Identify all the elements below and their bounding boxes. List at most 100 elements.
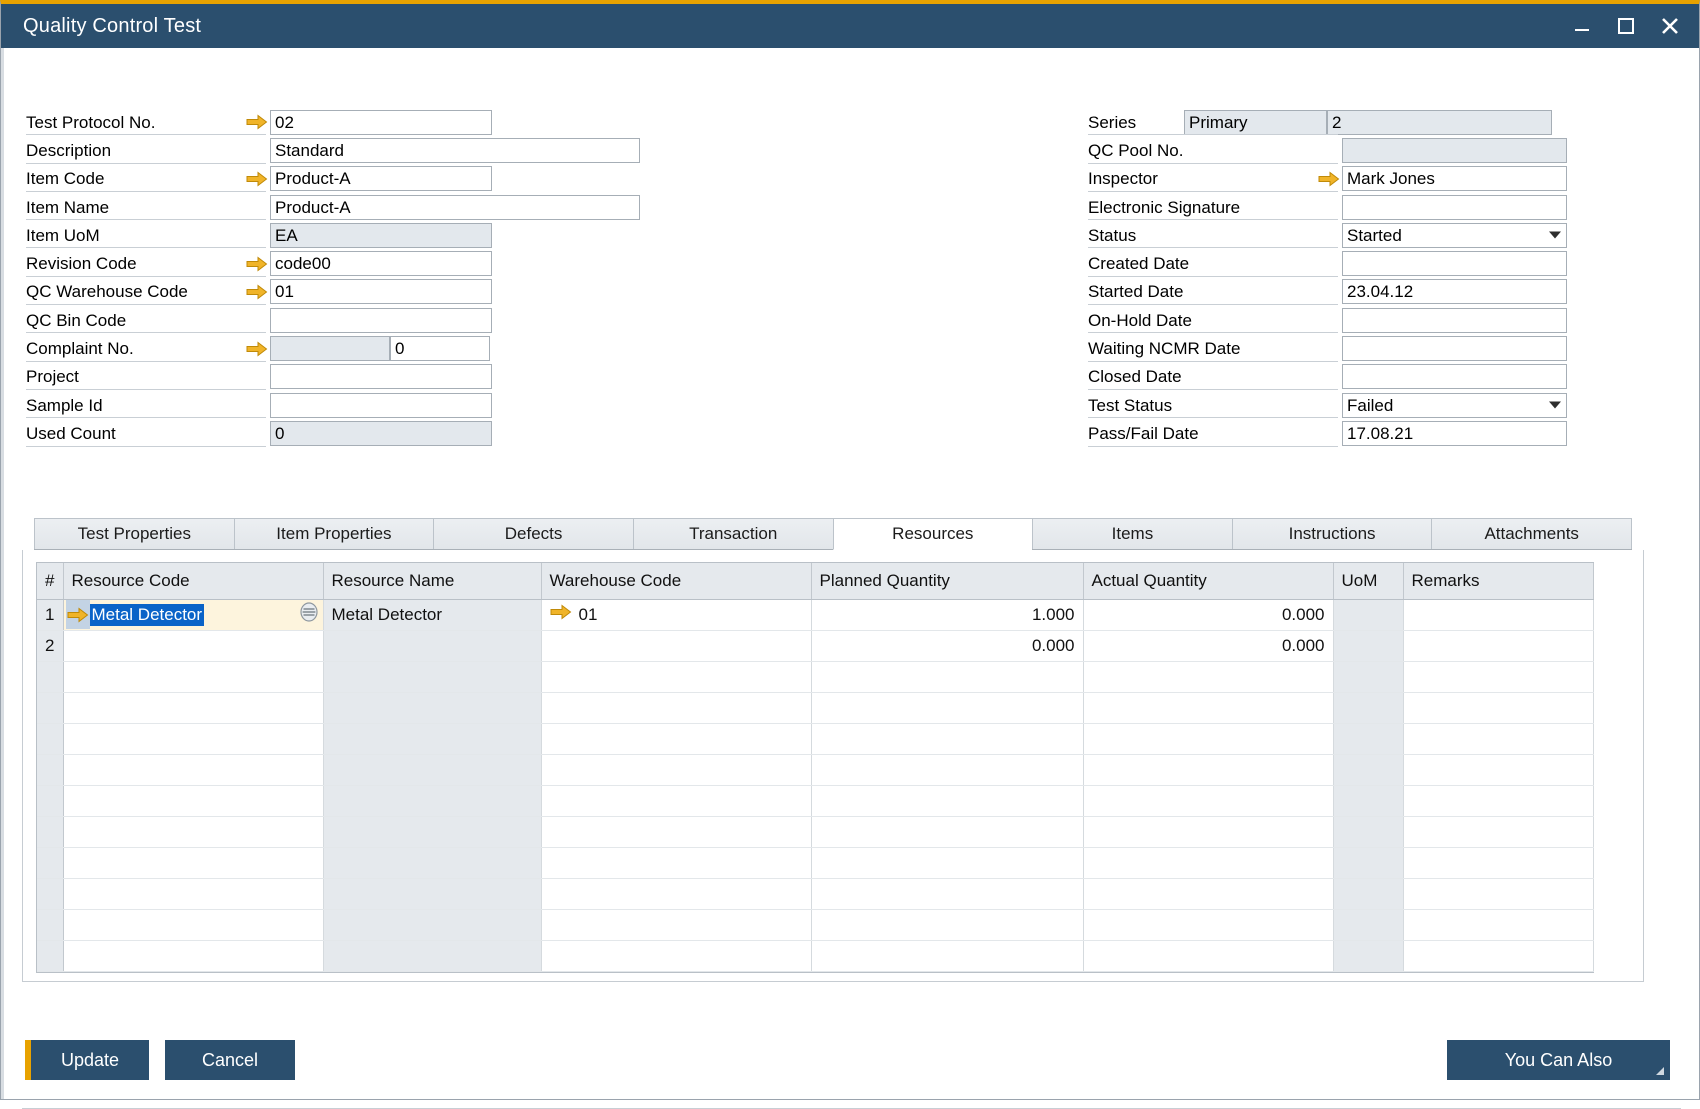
cell-planned-quantity[interactable] xyxy=(811,692,1083,723)
cell-resource-code[interactable] xyxy=(63,940,323,971)
cell-resource-code[interactable] xyxy=(63,816,323,847)
cell-resource-name[interactable] xyxy=(323,940,541,971)
tab-items[interactable]: Items xyxy=(1032,518,1232,549)
series-number-input[interactable]: 2 xyxy=(1327,110,1552,135)
complaint-no-input[interactable] xyxy=(270,336,390,361)
cell-resource-name[interactable] xyxy=(323,847,541,878)
link-arrow-icon[interactable] xyxy=(66,600,90,629)
chevron-down-icon[interactable] xyxy=(1549,232,1561,239)
cell-planned-quantity[interactable] xyxy=(811,723,1083,754)
grid-header-num[interactable]: # xyxy=(37,563,63,599)
cell-actual-quantity[interactable] xyxy=(1083,940,1333,971)
grid-header-planned[interactable]: Planned Quantity xyxy=(811,563,1083,599)
field-input[interactable]: Mark Jones xyxy=(1342,166,1567,191)
cell-planned-quantity[interactable] xyxy=(811,847,1083,878)
cell-remarks[interactable] xyxy=(1403,692,1593,723)
cell-resource-code[interactable] xyxy=(63,661,323,692)
field-input[interactable] xyxy=(1342,138,1567,163)
field-input[interactable] xyxy=(1342,336,1567,361)
cell-warehouse-code[interactable]: 01 xyxy=(541,599,811,630)
cell-actual-quantity[interactable] xyxy=(1083,692,1333,723)
grid-header-actual[interactable]: Actual Quantity xyxy=(1083,563,1333,599)
cell-remarks[interactable] xyxy=(1403,878,1593,909)
cell-warehouse-code[interactable] xyxy=(541,692,811,723)
cell-actual-quantity[interactable] xyxy=(1083,754,1333,785)
cell-actual-quantity[interactable] xyxy=(1083,847,1333,878)
field-input[interactable]: Started xyxy=(1342,223,1567,248)
cell-uom[interactable] xyxy=(1333,785,1403,816)
cell-planned-quantity[interactable]: 0.000 xyxy=(811,630,1083,661)
field-input[interactable] xyxy=(270,308,492,333)
cell-remarks[interactable] xyxy=(1403,816,1593,847)
table-row[interactable]: 20.0000.000 xyxy=(37,630,1593,661)
grid-header-remarks[interactable]: Remarks xyxy=(1403,563,1593,599)
cancel-button[interactable]: Cancel xyxy=(165,1040,295,1080)
cell-resource-name[interactable] xyxy=(323,909,541,940)
tab-defects[interactable]: Defects xyxy=(433,518,633,549)
cell-actual-quantity[interactable]: 0.000 xyxy=(1083,630,1333,661)
field-input[interactable]: code00 xyxy=(270,251,492,276)
link-arrow-icon[interactable] xyxy=(244,171,270,187)
choose-from-list-icon[interactable] xyxy=(299,602,319,627)
tab-instructions[interactable]: Instructions xyxy=(1232,518,1432,549)
cell-actual-quantity[interactable] xyxy=(1083,661,1333,692)
field-input[interactable]: Product-A xyxy=(270,195,640,220)
cell-warehouse-code[interactable] xyxy=(541,909,811,940)
table-row-empty[interactable] xyxy=(37,878,1593,909)
cell-actual-quantity[interactable] xyxy=(1083,816,1333,847)
resources-grid[interactable]: #Resource CodeResource NameWarehouse Cod… xyxy=(36,562,1594,973)
field-input[interactable]: Standard xyxy=(270,138,640,163)
cell-actual-quantity[interactable] xyxy=(1083,785,1333,816)
cell-resource-code[interactable] xyxy=(63,909,323,940)
table-row[interactable]: 1Metal DetectorMetal Detector011.0000.00… xyxy=(37,599,1593,630)
field-input[interactable]: 01 xyxy=(270,279,492,304)
field-input[interactable]: 17.08.21 xyxy=(1342,421,1567,446)
cell-remarks[interactable] xyxy=(1403,785,1593,816)
cell-resource-code[interactable] xyxy=(63,723,323,754)
cell-remarks[interactable] xyxy=(1403,630,1593,661)
cell-resource-name[interactable] xyxy=(323,723,541,754)
link-arrow-icon[interactable] xyxy=(244,284,270,300)
cell-planned-quantity[interactable] xyxy=(811,940,1083,971)
cell-uom[interactable] xyxy=(1333,878,1403,909)
complaint-count-input[interactable]: 0 xyxy=(390,336,490,361)
link-arrow-icon[interactable] xyxy=(550,604,572,625)
cell-actual-quantity[interactable]: 0.000 xyxy=(1083,599,1333,630)
cell-warehouse-code[interactable] xyxy=(541,723,811,754)
field-input[interactable] xyxy=(1342,364,1567,389)
cell-warehouse-code[interactable] xyxy=(541,661,811,692)
you-can-also-button[interactable]: You Can Also xyxy=(1447,1040,1670,1080)
link-arrow-icon[interactable] xyxy=(244,256,270,272)
cell-actual-quantity[interactable] xyxy=(1083,723,1333,754)
tab-resources[interactable]: Resources xyxy=(833,518,1033,550)
cell-uom[interactable] xyxy=(1333,692,1403,723)
grid-header-uom[interactable]: UoM xyxy=(1333,563,1403,599)
link-arrow-icon[interactable] xyxy=(244,114,270,130)
cell-uom[interactable] xyxy=(1333,940,1403,971)
cell-remarks[interactable] xyxy=(1403,754,1593,785)
table-row-empty[interactable] xyxy=(37,661,1593,692)
cell-uom[interactable] xyxy=(1333,847,1403,878)
series-name-input[interactable]: Primary xyxy=(1184,110,1327,135)
cell-planned-quantity[interactable] xyxy=(811,909,1083,940)
cell-warehouse-code[interactable] xyxy=(541,785,811,816)
tab-item-properties[interactable]: Item Properties xyxy=(234,518,434,549)
cell-remarks[interactable] xyxy=(1403,599,1593,630)
table-row-empty[interactable] xyxy=(37,785,1593,816)
cell-remarks[interactable] xyxy=(1403,847,1593,878)
cell-remarks[interactable] xyxy=(1403,909,1593,940)
cell-resource-code[interactable] xyxy=(63,847,323,878)
cell-warehouse-code[interactable] xyxy=(541,816,811,847)
grid-header-wh[interactable]: Warehouse Code xyxy=(541,563,811,599)
close-button[interactable] xyxy=(1659,15,1681,37)
field-input[interactable] xyxy=(1342,195,1567,220)
cell-uom[interactable] xyxy=(1333,661,1403,692)
table-row-empty[interactable] xyxy=(37,816,1593,847)
cell-warehouse-code[interactable] xyxy=(541,878,811,909)
table-row-empty[interactable] xyxy=(37,723,1593,754)
cell-resource-name[interactable] xyxy=(323,754,541,785)
cell-resource-name[interactable] xyxy=(323,816,541,847)
cell-actual-quantity[interactable] xyxy=(1083,909,1333,940)
field-input[interactable]: Failed xyxy=(1342,393,1567,418)
cell-resource-code[interactable] xyxy=(63,630,323,661)
